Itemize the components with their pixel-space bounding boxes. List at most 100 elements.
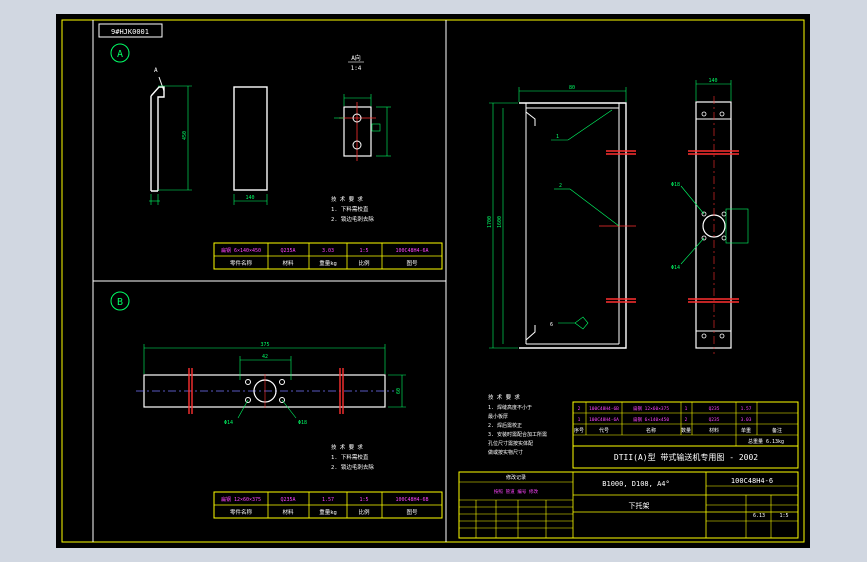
part-a-side-outline: [233, 86, 268, 191]
part-b-cell-name: 扁钢 12×60×375: [221, 496, 261, 503]
dim-b1-value: 375: [260, 342, 269, 348]
part-b-head-code: 图号: [406, 508, 418, 516]
bom-r2-c5: 3.03: [741, 417, 752, 423]
bom-h-c0: 序号: [574, 427, 584, 434]
assembly-front-weld-top: [525, 111, 536, 126]
view-a-label: A: [117, 49, 123, 60]
tech-req-a-line2: 2. 锁边毛刺去除: [331, 215, 374, 223]
tech-req-r-line2: 最小板厚: [488, 413, 508, 420]
part-b-bolt-hole-2: [279, 379, 285, 385]
bom-h-c2: 名称: [646, 427, 656, 434]
bom-h-c5: 单重: [741, 427, 751, 434]
bom-r2-c2: 扁钢 6×140×450: [633, 416, 669, 423]
part-a-head-material: 材料: [282, 259, 294, 267]
part-b-head-name: 零件名称: [230, 508, 253, 516]
dim-front-w-value: 80: [569, 85, 575, 91]
part-a-cell-scale: 1:5: [359, 248, 368, 254]
part-callout-2: 2: [559, 183, 562, 189]
bom-r1-c1: 100C48H4-6B: [589, 406, 619, 412]
part-a-front-outline: [150, 86, 165, 192]
dim-hole-label: Φ18: [298, 420, 307, 426]
drawing-title: DTII(A)型 带式输送机专用图 - 2002: [614, 452, 758, 462]
bom-r2-c1: 100C48H4-6A: [589, 417, 619, 423]
bom-r2-c4: Q235: [709, 417, 720, 423]
bom-r1-c2: 扁钢 12×60×375: [633, 405, 669, 412]
dim-b3-value: 42: [262, 354, 268, 360]
part-b-cell-weight: 1.57: [322, 497, 334, 503]
dim-front-h-value: 1700: [487, 216, 493, 228]
leader-side-hole: [680, 185, 705, 215]
view-b-label: B: [117, 297, 123, 308]
part-a-cell-code: 100C48H4-6A: [395, 248, 428, 254]
tech-req-a-title: 技 术 要 求: [331, 195, 363, 203]
leader-side-hole2: [680, 237, 705, 265]
dim-front-h2-value: 1600: [497, 216, 503, 228]
part-b-cell-material: Q235A: [280, 497, 295, 503]
leader-part-2: [569, 188, 620, 227]
bom-h-c6: 备注: [772, 427, 782, 434]
part-a-head-name: 零件名称: [230, 259, 253, 267]
side-hole-label: Φ18: [671, 182, 680, 188]
title-weight: 6.13: [753, 513, 765, 519]
view-arrow-a: [158, 76, 165, 92]
part-b-head-scale: 比例: [358, 508, 370, 516]
detail-weld-symbol: [371, 123, 381, 132]
part-b-table: 扁钢 12×60×375 Q235A 1.57 1:5 100C48H4-6B …: [213, 491, 443, 519]
part-b-cell-scale: 1:5: [359, 497, 368, 503]
detail-scale: 1:4: [351, 65, 362, 72]
title-scale: 1:5: [779, 513, 788, 519]
dim-a1-value: 450: [182, 131, 188, 140]
bom-h-c1: 代号: [599, 427, 609, 434]
revision-title: 修改记录: [506, 474, 526, 481]
tech-req-b-line2: 2. 锁边毛刺去除: [331, 463, 374, 471]
side-hole-tr: [719, 111, 725, 117]
tech-req-a-line1: 1. 下料需校直: [331, 205, 369, 213]
part-b-head-weight: 重量kg: [319, 508, 337, 516]
arrow-letter: A: [154, 67, 158, 74]
part-a-head-code: 图号: [406, 259, 418, 267]
leader-part-1: [567, 109, 613, 141]
revision-block: 修改记录 按照 管道 编号 修改: [459, 474, 573, 538]
tech-req-r-title: 技 术 要 求: [488, 393, 520, 401]
side-hole2-label: Φ14: [671, 265, 680, 271]
part-b-head-material: 材料: [282, 508, 294, 516]
part-a-cell-weight: 3.03: [322, 248, 334, 254]
tech-req-r-line5: 孔位尺寸需按实体配: [488, 440, 533, 447]
drawing-canvas: 9#HJK0001 A A 450 140 A向 1:4 技 术 要 求 1. …: [61, 19, 805, 543]
dim-a2-value: 140: [245, 195, 254, 201]
tech-req-r-line3: 2. 焊后需校正: [488, 422, 522, 429]
dim-b2-value: 60: [396, 388, 402, 394]
bom-r1-c4: Q235: [709, 406, 720, 412]
side-hole-tl: [701, 111, 707, 117]
dim-hole2-label: Φ14: [224, 420, 233, 426]
bom-summary: 总重量 6.13kg: [748, 438, 784, 445]
title-part-name: 下托架: [629, 501, 650, 510]
bom-h-c3: 数量: [681, 427, 691, 434]
bom-table: 2 100C48H4-6B 扁钢 12×60×375 1 Q235 1.57 1…: [572, 401, 799, 447]
bom-r1-c5: 1.57: [741, 406, 752, 412]
side-bolt-2: [721, 211, 727, 217]
part-b-bolt-hole-1: [245, 379, 251, 385]
title-spec: B1000, D108, A4°: [602, 480, 669, 488]
dim-side-top-value: 140: [708, 78, 717, 84]
revision-note: 按照 管道 编号 修改: [494, 488, 539, 495]
assembly-side-top-plate: [695, 101, 732, 120]
side-dim-box: [725, 208, 749, 244]
detail-title: A向: [351, 54, 361, 62]
weld-symbol: [558, 316, 589, 330]
tech-req-b-line1: 1. 下料需校直: [331, 453, 369, 461]
weld-size: 6: [550, 322, 553, 328]
bom-r1-c3: 1: [685, 406, 688, 412]
part-a-head-weight: 重量kg: [319, 259, 337, 267]
part-callout-1: 1: [556, 134, 559, 140]
side-hole-bl: [701, 333, 707, 339]
bom-r2-c3: 2: [685, 417, 688, 423]
part-a-head-scale: 比例: [358, 259, 370, 267]
side-hole-br: [719, 333, 725, 339]
assembly-front-outline: [519, 102, 627, 349]
part-a-table: 扁钢 6×140×450 Q235A 3.03 1:5 100C48H4-6A …: [213, 242, 443, 270]
tech-req-b-title: 技 术 要 求: [331, 443, 363, 451]
bom-h-c4: 材料: [709, 427, 719, 434]
side-bolt-4: [721, 235, 727, 241]
assembly-side-bottom-plate: [695, 330, 732, 349]
